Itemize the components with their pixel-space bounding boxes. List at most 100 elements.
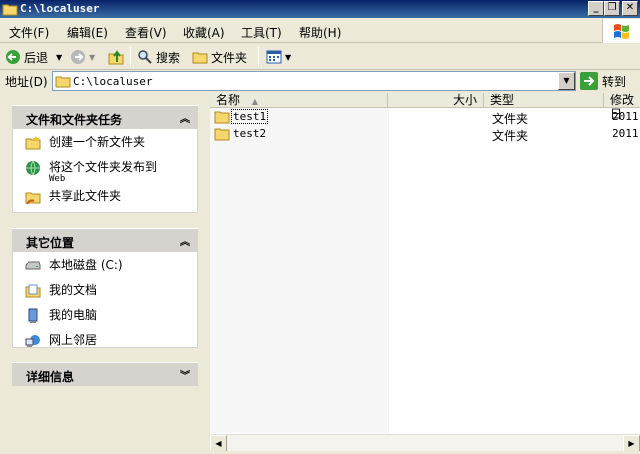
search-button[interactable]: 搜索 <box>137 48 180 66</box>
menu-view[interactable]: 查看(V) <box>125 24 167 41</box>
folder-icon <box>192 52 208 64</box>
go-label: 转到 <box>602 74 627 89</box>
documents-icon <box>25 283 41 299</box>
details-header[interactable]: 详细信息 ︾ <box>12 362 198 386</box>
task-pane: 文件和文件夹任务 ︽ 创建一个新文件夹 将这个文件夹发布到 Web 共享此文件夹… <box>0 93 210 454</box>
menu-file[interactable]: 文件(F) <box>9 24 49 41</box>
task-publish-web[interactable]: 将这个文件夹发布到 Web <box>13 160 197 184</box>
file-type: 文件夹 <box>492 112 529 126</box>
menu-edit[interactable]: 编辑(E) <box>67 24 108 41</box>
address-input[interactable]: C:\localuser ▼ <box>52 71 576 91</box>
folders-button[interactable]: 文件夹 <box>192 48 247 66</box>
column-header-row: 名称 ▲ 大小 类型 修改日 <box>210 93 640 121</box>
windows-logo-icon <box>602 19 640 43</box>
new-folder-icon <box>25 135 41 151</box>
window-title: C:\localuser <box>20 2 100 15</box>
up-folder-icon <box>108 50 124 65</box>
views-button[interactable]: ▼ <box>266 48 291 66</box>
network-icon <box>25 333 41 349</box>
views-icon <box>266 50 282 64</box>
place-label: 我的文档 <box>49 283 98 297</box>
panel-title: 文件和文件夹任务 <box>26 113 123 127</box>
forward-button[interactable]: ▼ <box>70 48 95 66</box>
file-date: 2011- <box>612 110 640 123</box>
file-row[interactable]: test2 文件夹 2011- <box>210 126 640 143</box>
forward-arrow-icon <box>71 50 85 64</box>
file-date: 2011- <box>612 127 640 140</box>
collapse-icon[interactable]: ︽ <box>180 110 190 125</box>
collapse-icon[interactable]: ︽ <box>180 233 190 248</box>
menu-tools[interactable]: 工具(T) <box>241 24 282 41</box>
go-arrow-icon <box>580 72 598 90</box>
menu-bar: 文件(F) 编辑(E) 查看(V) 收藏(A) 工具(T) 帮助(H) <box>0 19 640 43</box>
file-tasks-panel: 文件和文件夹任务 ︽ 创建一个新文件夹 将这个文件夹发布到 Web 共享此文件夹 <box>12 105 198 213</box>
search-label: 搜索 <box>156 50 181 65</box>
other-places-panel: 其它位置 ︽ 本地磁盘 (C:) 我的文档 我的电脑 网上邻居 <box>12 228 198 348</box>
up-folder-button[interactable] <box>108 48 124 66</box>
file-name: test1 <box>230 109 269 124</box>
share-folder-icon <box>25 189 41 205</box>
place-label: 网上邻居 <box>49 333 98 347</box>
place-label: 我的电脑 <box>49 308 98 322</box>
folder-icon <box>55 73 71 92</box>
place-label: 本地磁盘 (C:) <box>49 258 123 272</box>
restore-button[interactable]: ❐ <box>604 1 620 16</box>
address-value: C:\localuser <box>73 75 153 88</box>
sort-ascending-icon: ▲ <box>251 97 258 106</box>
hard-disk-icon <box>25 258 41 274</box>
panel-title: 其它位置 <box>26 236 75 250</box>
other-places-header[interactable]: 其它位置 ︽ <box>12 228 198 252</box>
go-button[interactable]: 转到 <box>580 71 626 91</box>
menu-favorites[interactable]: 收藏(A) <box>183 24 225 41</box>
file-type: 文件夹 <box>492 129 529 143</box>
folders-label: 文件夹 <box>211 50 248 65</box>
horizontal-scrollbar[interactable]: ◀ ▶ <box>210 434 640 452</box>
address-bar: 地址(D) C:\localuser ▼ 转到 <box>0 70 640 92</box>
place-local-disk[interactable]: 本地磁盘 (C:) <box>13 258 197 278</box>
folder-icon <box>2 2 18 16</box>
details-panel: 详细信息 ︾ <box>12 362 198 386</box>
column-size[interactable]: 大小 <box>388 93 484 108</box>
task-share-folder[interactable]: 共享此文件夹 <box>13 189 197 209</box>
column-name-label: 名称 <box>216 93 241 107</box>
menu-help[interactable]: 帮助(H) <box>299 24 341 41</box>
task-label: 共享此文件夹 <box>49 189 122 203</box>
file-list: 名称 ▲ 大小 类型 修改日 test1 文件夹 2011- test2 文件夹… <box>210 93 640 454</box>
task-sublabel: Web <box>49 174 66 184</box>
place-network[interactable]: 网上邻居 <box>13 333 197 353</box>
scroll-left-button[interactable]: ◀ <box>210 435 227 452</box>
chevron-down-icon[interactable]: ▼ <box>89 53 95 62</box>
place-my-computer[interactable]: 我的电脑 <box>13 308 197 328</box>
place-my-documents[interactable]: 我的文档 <box>13 283 197 303</box>
toolbar: 后退 ▼ ▼ 搜索 文件夹 ▼ <box>0 44 640 70</box>
task-new-folder[interactable]: 创建一个新文件夹 <box>13 135 197 155</box>
task-label: 创建一个新文件夹 <box>49 135 146 149</box>
address-dropdown-button[interactable]: ▼ <box>558 72 575 90</box>
back-arrow-icon <box>6 50 20 64</box>
computer-icon <box>25 308 41 324</box>
task-label: 将这个文件夹发布到 <box>49 160 158 174</box>
column-type[interactable]: 类型 <box>484 93 604 108</box>
globe-icon <box>25 160 41 176</box>
file-tasks-header[interactable]: 文件和文件夹任务 ︽ <box>12 105 198 129</box>
back-label: 后退 <box>24 50 49 65</box>
scroll-right-button[interactable]: ▶ <box>623 435 640 452</box>
chevron-down-icon[interactable]: ▼ <box>56 53 62 62</box>
close-button[interactable]: ✕ <box>622 1 638 16</box>
column-name[interactable]: 名称 ▲ <box>210 93 388 108</box>
back-button[interactable]: 后退 ▼ <box>5 48 62 66</box>
file-name: test2 <box>233 127 267 140</box>
panel-title: 详细信息 <box>26 370 75 384</box>
folder-icon <box>214 109 230 124</box>
other-places-body: 本地磁盘 (C:) 我的文档 我的电脑 网上邻居 <box>12 252 198 348</box>
sorted-column-background <box>210 108 388 433</box>
file-tasks-body: 创建一个新文件夹 将这个文件夹发布到 Web 共享此文件夹 <box>12 129 198 213</box>
search-icon <box>138 50 152 64</box>
minimize-button[interactable]: _ <box>588 1 604 16</box>
chevron-down-icon[interactable]: ▼ <box>285 53 291 62</box>
title-bar: C:\localuser _ ❐ ✕ <box>0 0 640 18</box>
expand-icon[interactable]: ︾ <box>180 367 190 382</box>
file-row[interactable]: test1 文件夹 2011- <box>210 109 640 126</box>
folder-icon <box>214 126 230 141</box>
column-modified[interactable]: 修改日 <box>604 93 640 121</box>
